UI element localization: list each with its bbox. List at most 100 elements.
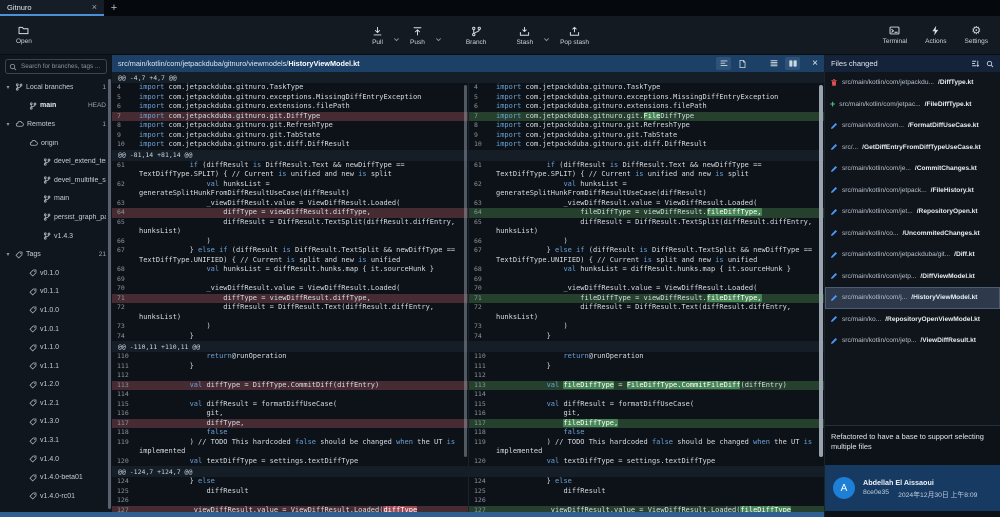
file-path-name: /UncommitedChanges.kt bbox=[902, 230, 979, 237]
file-item[interactable]: src/main/kotlin/com/je... /CommitChanges… bbox=[825, 158, 1000, 180]
push-button[interactable]: Push bbox=[406, 26, 429, 46]
sidebar-item[interactable]: ▾Local branches1 bbox=[0, 78, 112, 97]
caret-icon[interactable]: ▾ bbox=[4, 121, 12, 128]
new-tab-button[interactable]: + bbox=[104, 0, 124, 16]
pencil-icon bbox=[830, 165, 838, 173]
push-chevron-down-icon[interactable] bbox=[435, 36, 442, 43]
left-pane-scrollbar[interactable] bbox=[464, 85, 467, 457]
sidebar-item[interactable]: v1.4.0-rc01 bbox=[0, 487, 112, 506]
sidebar-item[interactable]: v1.2.0 bbox=[0, 376, 112, 395]
sidebar-item[interactable]: v1.2.1 bbox=[0, 394, 112, 413]
file-item[interactable]: +src/main/kotlin/com/jetpac... /FileDiff… bbox=[825, 94, 1000, 116]
diff-row: 67 } else if (diffResult is DiffResult.T… bbox=[112, 246, 824, 265]
code-text: false bbox=[139, 428, 468, 438]
tab-gitnuro[interactable]: Gitnuro × bbox=[0, 0, 104, 16]
old-line: 119 ) // TODO This hardcoded false shoul… bbox=[112, 438, 468, 457]
file-item[interactable]: src/... /GetDiffEntryFromDiffTypeUseCase… bbox=[825, 137, 1000, 159]
sidebar-item[interactable]: v1.0.0 bbox=[0, 301, 112, 320]
avatar: A bbox=[833, 477, 855, 499]
stash-button[interactable]: Stash bbox=[512, 26, 537, 46]
open-button[interactable]: Open bbox=[12, 25, 36, 45]
sidebar-item[interactable]: v1.1.1 bbox=[0, 357, 112, 376]
old-line: 115 val diffResult = formatDiffUseCase( bbox=[112, 400, 468, 410]
new-line: 112 bbox=[468, 371, 824, 381]
tag-icon bbox=[29, 344, 37, 352]
actions-button[interactable]: Actions bbox=[921, 25, 950, 45]
branch-button[interactable]: Branch bbox=[462, 26, 491, 46]
hunk-view-toggle-icon[interactable] bbox=[716, 57, 731, 70]
pull-chevron-down-icon[interactable] bbox=[393, 36, 400, 43]
line-number: 73 bbox=[112, 322, 139, 332]
split-diff-toggle-icon[interactable] bbox=[785, 57, 800, 70]
diff-row: 119 ) // TODO This hardcoded false shoul… bbox=[112, 438, 824, 457]
sidebar-item[interactable]: devel_extend_termina... bbox=[0, 152, 112, 171]
sidebar-item[interactable]: ▾Tags21 bbox=[0, 245, 112, 264]
close-tab-icon[interactable]: × bbox=[92, 3, 97, 12]
old-line: 124 } else bbox=[112, 477, 468, 487]
sidebar-item[interactable]: v1.4.3 bbox=[0, 227, 112, 246]
new-line: 114 bbox=[468, 390, 824, 400]
terminal-button[interactable]: Terminal bbox=[879, 25, 912, 45]
sidebar-item-badge: 21 bbox=[99, 251, 106, 258]
code-text: diffResult bbox=[496, 487, 824, 497]
full-file-view-toggle-icon[interactable] bbox=[735, 57, 750, 70]
file-item[interactable]: src/main/kotlin/com/jetpack... /FileHist… bbox=[825, 180, 1000, 202]
file-item[interactable]: src/main/kotlin/com/jetpackdu... /DiffTy… bbox=[825, 72, 1000, 94]
file-item[interactable]: src/main/kotlin/com/jetp... /DiffViewMod… bbox=[825, 266, 1000, 288]
right-pane-scrollbar[interactable] bbox=[819, 85, 823, 457]
line-number: 65 bbox=[469, 218, 496, 237]
sidebar-item[interactable]: v0.1.1 bbox=[0, 283, 112, 302]
sidebar-item[interactable]: ▾Remotes1 bbox=[0, 115, 112, 134]
code-text: diffType, bbox=[139, 419, 468, 429]
branch-search-input[interactable] bbox=[19, 62, 103, 71]
hunk-header: @@ -110,11 +110,11 @@ bbox=[112, 341, 824, 352]
old-line: 118 false bbox=[112, 428, 468, 438]
old-line: 63 _viewDiffResult.value = ViewDiffResul… bbox=[112, 199, 468, 209]
file-item[interactable]: src/main/kotlin/com/jet... /RepositoryOp… bbox=[825, 201, 1000, 223]
pop-stash-button[interactable]: Pop stash bbox=[556, 26, 593, 46]
sidebar-item[interactable]: v1.3.0 bbox=[0, 413, 112, 432]
sidebar-item[interactable]: v1.4.0-beta01 bbox=[0, 468, 112, 487]
close-diff-icon[interactable]: × bbox=[812, 58, 818, 69]
sidebar-item[interactable]: main bbox=[0, 190, 112, 209]
code-text: _viewDiffResult.value = ViewDiffResult.L… bbox=[496, 284, 824, 294]
pull-button[interactable]: Pull bbox=[368, 26, 387, 46]
sidebar-item[interactable]: v1.4.0 bbox=[0, 450, 112, 469]
caret-icon[interactable]: ▾ bbox=[4, 84, 12, 91]
sidebar-item[interactable]: v0.1.0 bbox=[0, 264, 112, 283]
files-search-icon[interactable] bbox=[986, 60, 994, 68]
file-item[interactable]: src/main/ko... /RepositoryOpenViewModel.… bbox=[825, 309, 1000, 331]
commit-author-card[interactable]: A Abdellah El Aissaoui 8ce0e35 2024年12月3… bbox=[825, 465, 1000, 511]
file-item[interactable]: src/main/kotlin/com... /FormatDiffUseCas… bbox=[825, 115, 1000, 137]
sidebar-item[interactable]: origin bbox=[0, 134, 112, 153]
pop-stash-icon bbox=[569, 26, 580, 37]
code-text: import com.jetpackduba.gitnuro.exception… bbox=[139, 93, 468, 103]
line-number: 62 bbox=[112, 180, 139, 199]
code-text: _viewDiffResult.value = ViewDiffResult.L… bbox=[139, 199, 468, 209]
files-changed-title: Files changed bbox=[831, 59, 965, 68]
sidebar-item[interactable]: v1.3.1 bbox=[0, 431, 112, 450]
sidebar-item[interactable]: mainHEAD bbox=[0, 97, 112, 116]
sidebar-item[interactable]: persist_graph_paddin... bbox=[0, 208, 112, 227]
sort-files-icon[interactable] bbox=[971, 59, 980, 68]
stash-chevron-down-icon[interactable] bbox=[543, 36, 550, 43]
sidebar-item-label: devel_extend_termina... bbox=[54, 158, 106, 165]
old-line: 61 if (diffResult is DiffResult.Text && … bbox=[112, 161, 468, 180]
caret-icon[interactable]: ▾ bbox=[4, 251, 12, 258]
file-item[interactable]: src/main/kotlin/com/j... /HistoryViewMod… bbox=[825, 287, 1000, 309]
line-number: 62 bbox=[469, 180, 496, 199]
file-item[interactable]: src/main/kotlin/co... /UncommitedChanges… bbox=[825, 223, 1000, 245]
diff-content: @@ -4,7 +4,7 @@4import com.jetpackduba.g… bbox=[112, 72, 824, 517]
sidebar-item[interactable]: devel_multifile_select... bbox=[0, 171, 112, 190]
code-text: git, bbox=[496, 409, 824, 419]
file-item[interactable]: src/main/kotlin/com/jetp... /ViewDiffRes… bbox=[825, 330, 1000, 352]
settings-button[interactable]: ⚙ Settings bbox=[961, 25, 993, 45]
file-item[interactable]: src/main/kotlin/com/jetpackduba/git... /… bbox=[825, 244, 1000, 266]
line-number: 120 bbox=[469, 457, 496, 467]
sidebar-item[interactable]: v1.1.0 bbox=[0, 338, 112, 357]
code-text: import com.jetpackduba.gitnuro.git.TabSt… bbox=[139, 131, 468, 141]
sidebar-scrollbar[interactable] bbox=[108, 79, 111, 509]
code-text: ) bbox=[139, 322, 468, 332]
sidebar-item[interactable]: v1.0.1 bbox=[0, 320, 112, 339]
unified-diff-toggle-icon[interactable] bbox=[766, 57, 781, 70]
